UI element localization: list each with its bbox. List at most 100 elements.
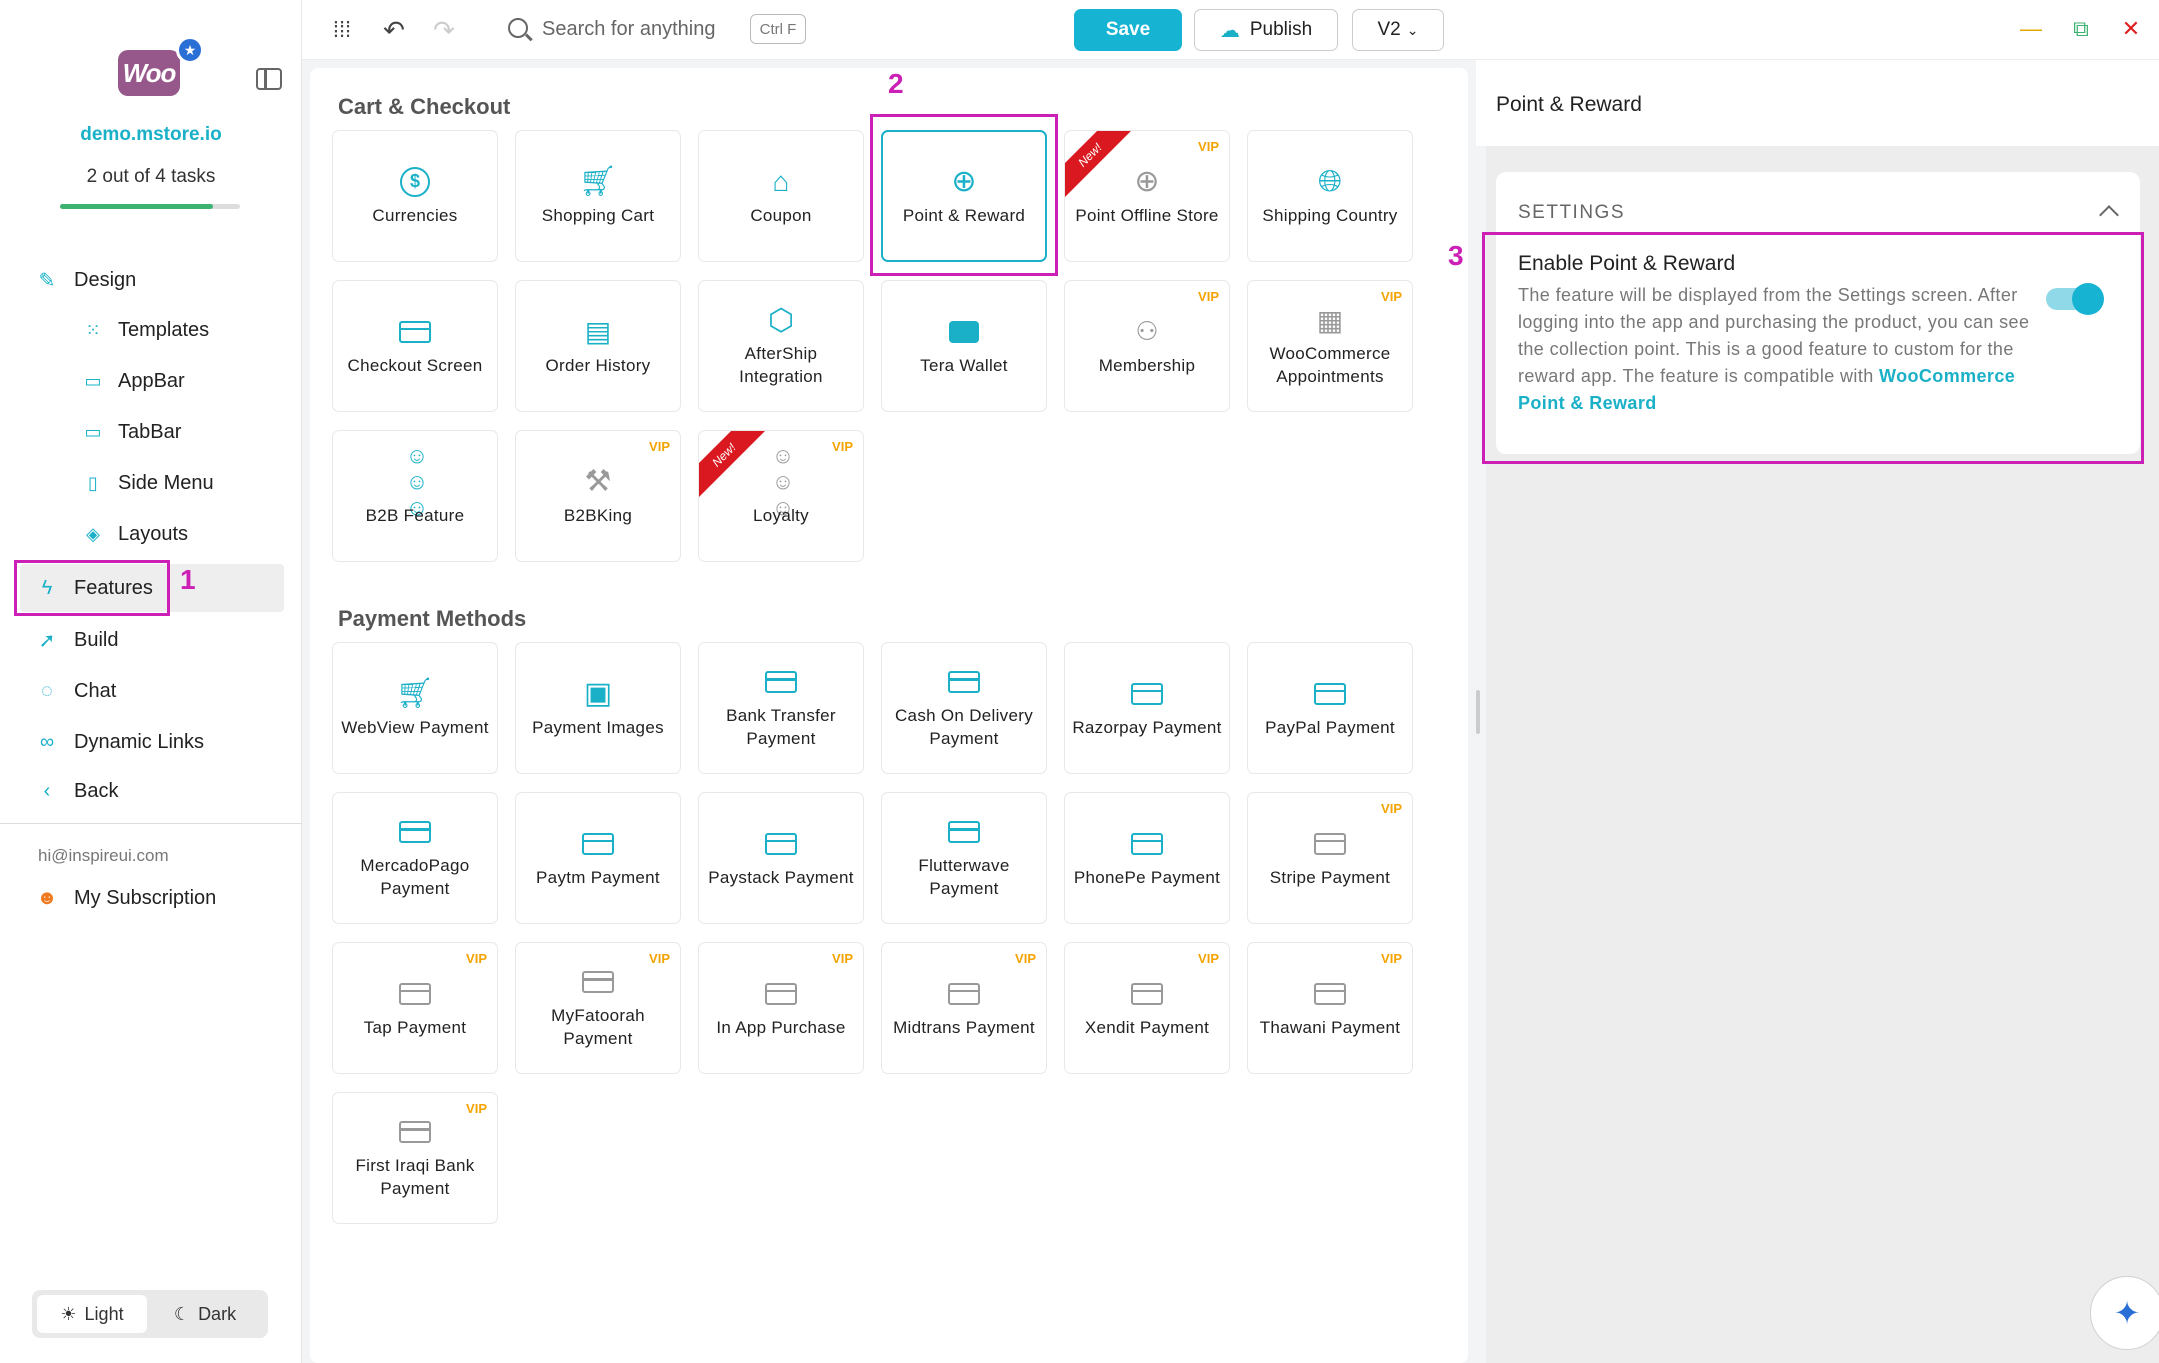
theme-dark-button[interactable]: ☾ Dark xyxy=(150,1295,260,1333)
close-icon[interactable]: ✕ xyxy=(2116,14,2146,44)
feature-card-tap-payment[interactable]: VIP Tap Payment xyxy=(332,942,498,1074)
nav-chat[interactable]: ◌ Chat xyxy=(34,669,116,713)
document-icon: ▤ xyxy=(584,316,612,347)
feature-card-membership[interactable]: VIP ⚇ Membership xyxy=(1064,280,1230,412)
nav-build[interactable]: ➚ Build xyxy=(34,618,119,662)
feature-card-label: Shopping Cart xyxy=(541,205,655,225)
feature-card-b2bking[interactable]: VIP ⚒ B2BKing xyxy=(515,430,681,562)
vip-badge: VIP xyxy=(649,439,670,454)
feature-card-tera-wallet[interactable]: Tera Wallet xyxy=(881,280,1047,412)
credit-card-icon xyxy=(397,816,433,848)
feature-card-loyalty[interactable]: New! VIP ☺☺☺ Loyalty xyxy=(698,430,864,562)
hammer-icon: ⚒ xyxy=(584,465,612,498)
vip-badge: VIP xyxy=(1015,951,1036,966)
nav-my-subscription[interactable]: ☻ My Subscription xyxy=(34,876,216,920)
feature-card-woocommerce-appointments[interactable]: VIP ▦ WooCommerce Appointments xyxy=(1247,280,1413,412)
save-button[interactable]: Save xyxy=(1074,9,1182,51)
feature-card-paystack-payment[interactable]: Paystack Payment xyxy=(698,792,864,924)
new-ribbon: New! xyxy=(699,431,772,503)
feature-card-xendit-payment[interactable]: VIP Xendit Payment xyxy=(1064,942,1230,1074)
publish-button[interactable]: ☁ Publish xyxy=(1194,9,1338,51)
chevron-up-icon[interactable] xyxy=(2099,205,2119,225)
annotation-box-3 xyxy=(1482,232,2144,464)
bag-plus-icon: ⊕ xyxy=(1134,165,1160,198)
vip-badge: VIP xyxy=(1381,951,1402,966)
feature-card-shopping-cart[interactable]: 🛒︎ Shopping Cart xyxy=(515,130,681,262)
feature-card-phonepe-payment[interactable]: PhonePe Payment xyxy=(1064,792,1230,924)
feature-card-webview-payment[interactable]: 🛒︎ WebView Payment xyxy=(332,642,498,774)
nav-appbar[interactable]: ▭ AppBar xyxy=(82,361,184,401)
feature-card-label: Tap Payment xyxy=(363,1017,467,1037)
annotation-number-1: 1 xyxy=(180,564,196,595)
annotation-number-3: 3 xyxy=(1448,240,1464,271)
feature-card-label: Membership xyxy=(1098,355,1196,375)
feature-card-thawani-payment[interactable]: VIP Thawani Payment xyxy=(1247,942,1413,1074)
feature-card-cash-on-delivery-payment[interactable]: Cash On Delivery Payment xyxy=(881,642,1047,774)
feature-card-label: WooCommerce Appointments xyxy=(1269,344,1391,386)
feature-card-bank-transfer-payment[interactable]: Bank Transfer Payment xyxy=(698,642,864,774)
tabbar-icon: ▭ xyxy=(84,421,102,442)
feature-card-label: MercadoPago Payment xyxy=(360,856,470,898)
chevron-down-icon: ⌄ xyxy=(1406,21,1419,38)
feature-card-point-offline-store[interactable]: New! VIP ⊕ Point Offline Store xyxy=(1064,130,1230,262)
vip-badge: VIP xyxy=(1198,139,1219,154)
feature-card-paypal-payment[interactable]: PayPal Payment xyxy=(1247,642,1413,774)
feature-card-label: B2B Feature xyxy=(365,505,465,525)
feature-card-b2b-feature[interactable]: ☺☺☺ B2B Feature xyxy=(332,430,498,562)
theme-light-button[interactable]: ☀ Light xyxy=(37,1295,147,1333)
feature-card-myfatoorah-payment[interactable]: VIP MyFatoorah Payment xyxy=(515,942,681,1074)
feature-card-razorpay-payment[interactable]: Razorpay Payment xyxy=(1064,642,1230,774)
store-name[interactable]: demo.mstore.io xyxy=(0,124,302,146)
credit-card-icon xyxy=(946,666,982,698)
feature-card-paytm-payment[interactable]: Paytm Payment xyxy=(515,792,681,924)
chevron-left-icon: ‹ xyxy=(43,779,51,802)
tasks-progress-label: 2 out of 4 tasks xyxy=(86,166,216,187)
feature-card-payment-images[interactable]: ▣ Payment Images xyxy=(515,642,681,774)
nav-templates[interactable]: ⁙ Templates xyxy=(82,310,209,350)
feature-card-stripe-payment[interactable]: VIP Stripe Payment xyxy=(1247,792,1413,924)
wallet-icon xyxy=(946,316,982,348)
feature-card-order-history[interactable]: ▤ Order History xyxy=(515,280,681,412)
group-icon: ☺☺☺ xyxy=(405,442,428,520)
maximize-icon[interactable]: ⧉ xyxy=(2066,14,2096,44)
search-icon[interactable] xyxy=(508,18,528,38)
panel-resize-handle[interactable] xyxy=(1476,690,1480,734)
feature-card-flutterwave-payment[interactable]: Flutterwave Payment xyxy=(881,792,1047,924)
feature-card-shipping-country[interactable]: 🌐︎ Shipping Country xyxy=(1247,130,1413,262)
nav-dynamic-links[interactable]: ∞ Dynamic Links xyxy=(34,720,204,764)
credit-card-icon xyxy=(1129,678,1165,710)
tag-icon: ⌂ xyxy=(772,165,790,197)
cloud-upload-icon: ☁ xyxy=(1219,19,1240,42)
ai-assistant-sparkle-icon[interactable]: ✦ xyxy=(2090,1276,2159,1350)
cart-plus-icon: 🛒︎ xyxy=(395,677,435,710)
redo-icon[interactable]: ↷ xyxy=(428,14,460,46)
nav-side-menu[interactable]: ▯ Side Menu xyxy=(82,463,214,503)
vip-badge: VIP xyxy=(832,951,853,966)
credit-card-icon xyxy=(1129,978,1165,1010)
feature-card-label: MyFatoorah Payment xyxy=(551,1006,645,1048)
feature-card-midtrans-payment[interactable]: VIP Midtrans Payment xyxy=(881,942,1047,1074)
nav-design[interactable]: ✎ Design xyxy=(34,258,137,302)
sidebar-toggle-icon[interactable] xyxy=(256,68,282,90)
feature-card-label: Stripe Payment xyxy=(1269,867,1391,887)
top-bar: ⁞⁞⁞ ↶ ↷ Search for anything Ctrl F Save … xyxy=(302,0,2159,60)
feature-card-coupon[interactable]: ⌂ Coupon xyxy=(698,130,864,262)
search-input[interactable]: Search for anything xyxy=(542,18,715,41)
version-select[interactable]: V2 ⌄ xyxy=(1352,9,1444,51)
annotation-box-2 xyxy=(870,114,1058,276)
feature-card-aftership-integration[interactable]: ⬡ AfterShip Integration xyxy=(698,280,864,412)
nav-build-label: Build xyxy=(74,628,119,651)
feature-card-checkout-screen[interactable]: Checkout Screen xyxy=(332,280,498,412)
nav-back[interactable]: ‹ Back xyxy=(34,769,119,813)
feature-card-first-iraqi-bank-payment[interactable]: VIP First Iraqi Bank Payment xyxy=(332,1092,498,1224)
feature-card-label: Order History xyxy=(545,355,651,375)
nav-layouts[interactable]: ◈ Layouts xyxy=(82,514,188,554)
feature-card-in-app-purchase[interactable]: VIP In App Purchase xyxy=(698,942,864,1074)
feature-card-label: Midtrans Payment xyxy=(893,1017,1035,1037)
nav-tabbar[interactable]: ▭ TabBar xyxy=(82,412,181,452)
feature-card-currencies[interactable]: $ Currencies xyxy=(332,130,498,262)
minimize-icon[interactable]: — xyxy=(2016,14,2046,44)
undo-icon[interactable]: ↶ xyxy=(378,14,410,46)
apps-grid-icon[interactable]: ⁞⁞⁞ xyxy=(326,14,358,46)
feature-card-mercadopago-payment[interactable]: MercadoPago Payment xyxy=(332,792,498,924)
